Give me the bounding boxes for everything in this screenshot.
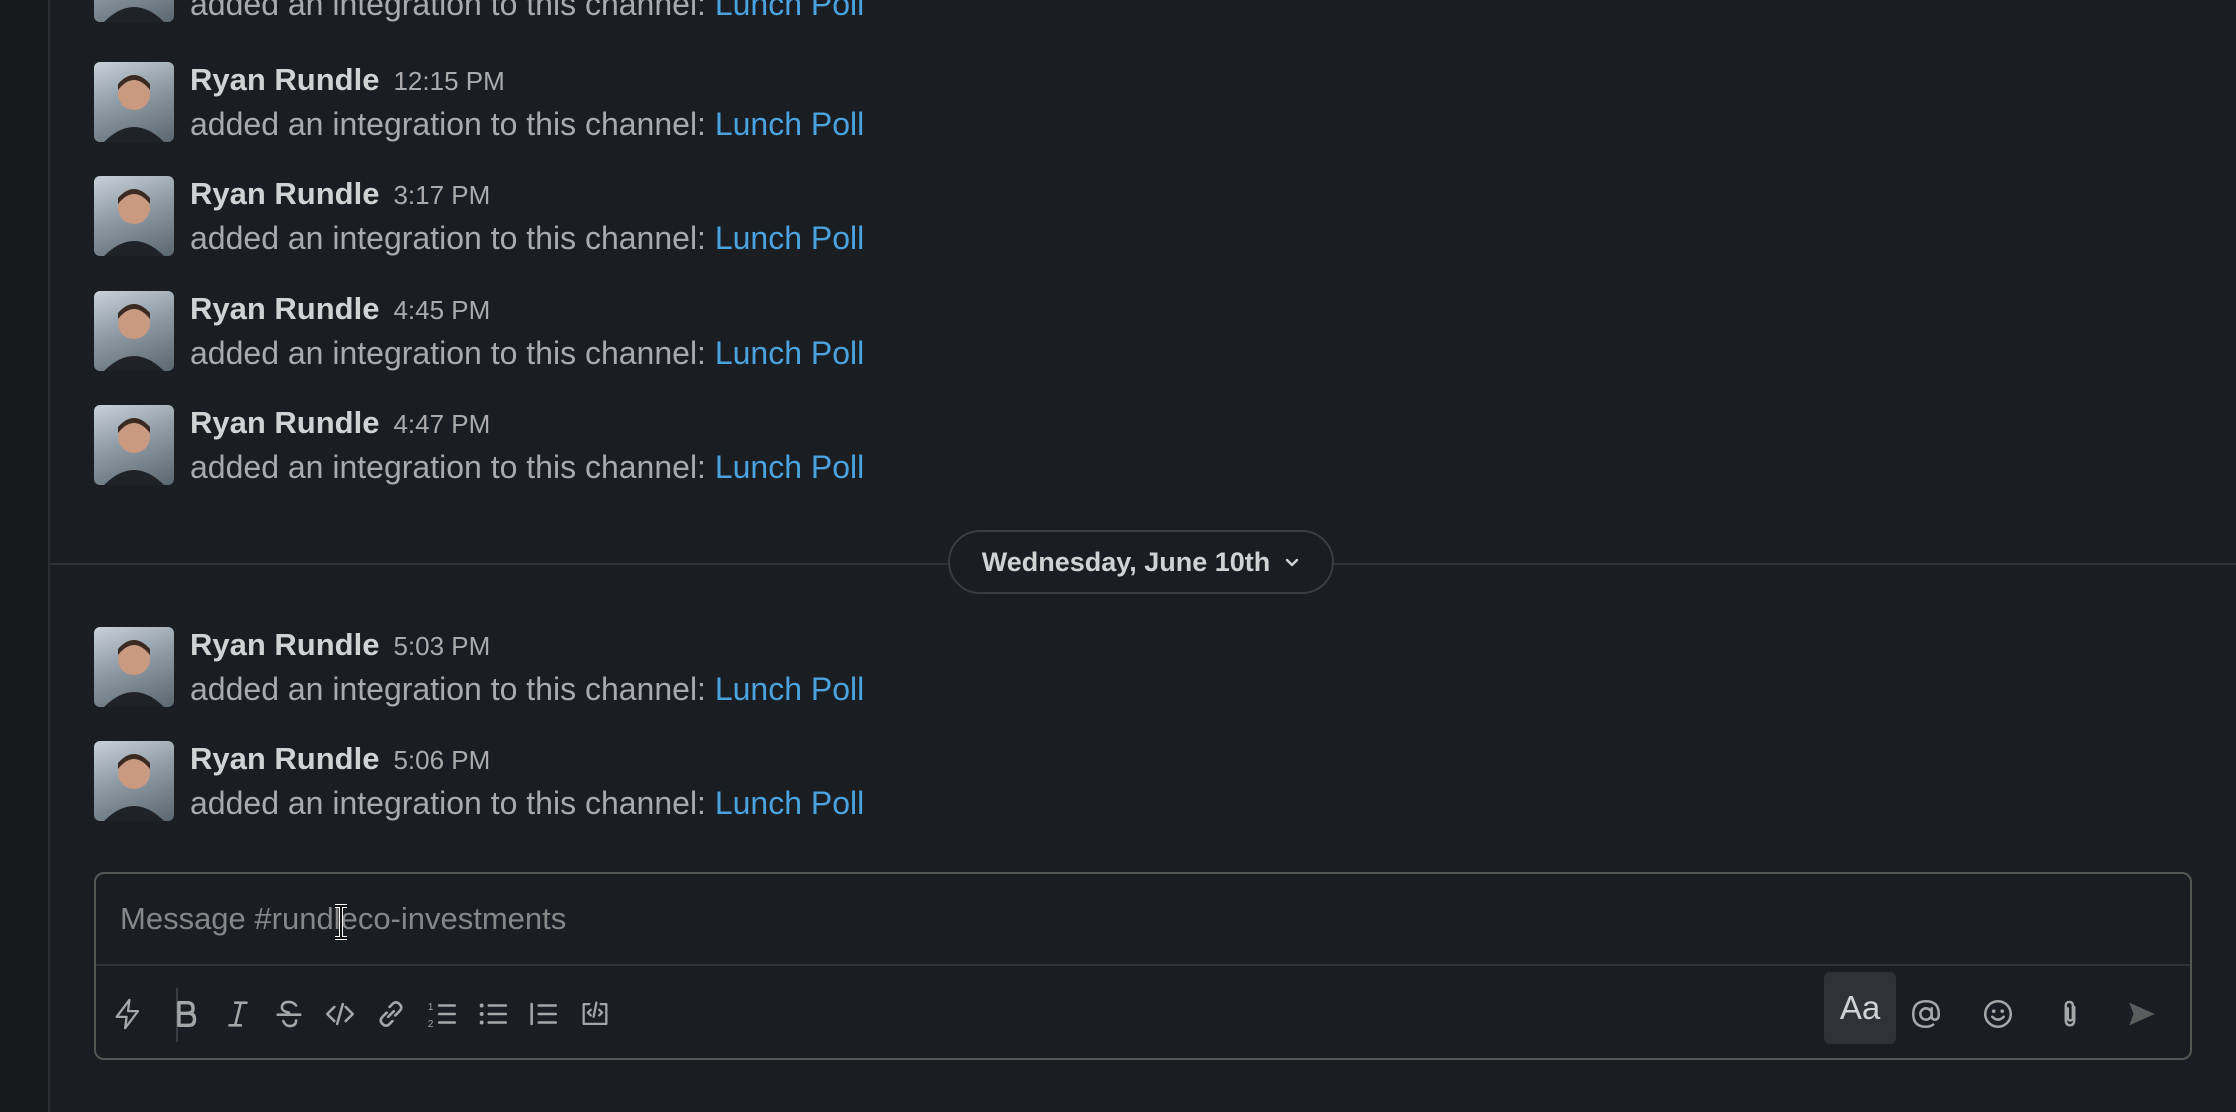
message-body: added an integration to this channel: Lu… xyxy=(190,220,864,257)
avatar[interactable] xyxy=(94,0,174,22)
svg-text:1: 1 xyxy=(428,1002,434,1013)
attach-icon[interactable] xyxy=(2042,986,2098,1042)
formatting-toolbar: 12 Aa xyxy=(96,968,2190,1060)
message-author[interactable]: Ryan Rundle xyxy=(190,62,379,97)
avatar[interactable] xyxy=(94,405,174,485)
bold-icon[interactable] xyxy=(158,986,214,1042)
text-cursor-icon xyxy=(335,904,347,940)
message-text: added an integration to this channel: xyxy=(190,0,706,22)
integration-link[interactable]: Lunch Poll xyxy=(715,449,864,485)
send-icon[interactable] xyxy=(2114,986,2170,1042)
message-time[interactable]: 4:47 PM xyxy=(393,409,490,439)
strikethrough-icon[interactable] xyxy=(261,986,317,1042)
message-author[interactable]: Ryan Rundle xyxy=(190,627,379,662)
message-text: added an integration to this channel: xyxy=(190,785,706,821)
message-time[interactable]: 4:45 PM xyxy=(393,295,490,325)
italic-icon[interactable] xyxy=(210,986,266,1042)
date-divider-label: Wednesday, June 10th xyxy=(981,546,1271,577)
avatar[interactable] xyxy=(94,176,174,256)
integration-link[interactable]: Lunch Poll xyxy=(715,220,864,256)
avatar[interactable] xyxy=(94,741,174,821)
bulleted-list-icon[interactable] xyxy=(465,986,521,1042)
chevron-down-icon xyxy=(1286,558,1299,567)
code-block-icon[interactable] xyxy=(567,986,623,1042)
avatar[interactable] xyxy=(94,291,174,371)
avatar[interactable] xyxy=(94,62,174,142)
formatting-toggle-button[interactable]: Aa xyxy=(1824,972,1896,1044)
message-input[interactable] xyxy=(118,894,1522,944)
link-icon[interactable] xyxy=(363,986,419,1042)
avatar[interactable] xyxy=(94,627,174,707)
message-list: added an integration to this channel: Lu… xyxy=(48,0,2236,860)
message-author[interactable]: Ryan Rundle xyxy=(190,291,379,326)
code-icon[interactable] xyxy=(312,986,368,1042)
integration-link[interactable]: Lunch Poll xyxy=(715,785,864,821)
message-time[interactable]: 5:03 PM xyxy=(393,631,490,661)
message-author[interactable]: Ryan Rundle xyxy=(190,176,379,211)
message-text: added an integration to this channel: xyxy=(190,335,706,371)
message-text: added an integration to this channel: xyxy=(190,106,706,142)
message-author[interactable]: Ryan Rundle xyxy=(190,405,379,440)
message-author[interactable]: Ryan Rundle xyxy=(190,741,379,776)
svg-text:2: 2 xyxy=(428,1019,434,1030)
message-composer: 12 Aa xyxy=(94,872,2192,1060)
message-text: added an integration to this channel: xyxy=(190,671,706,707)
message-text: added an integration to this channel: xyxy=(190,220,706,256)
message-body: added an integration to this channel: Lu… xyxy=(190,785,864,822)
composer-footer xyxy=(48,1060,2236,1112)
integration-link[interactable]: Lunch Poll xyxy=(715,106,864,142)
message-time[interactable]: 5:06 PM xyxy=(393,745,490,775)
message-time[interactable]: 12:15 PM xyxy=(393,66,504,96)
formatting-toggle-label: Aa xyxy=(1839,989,1881,1026)
shortcuts-icon[interactable] xyxy=(100,986,156,1042)
ordered-list-icon[interactable]: 12 xyxy=(414,986,470,1042)
mention-icon[interactable] xyxy=(1898,986,1954,1042)
blockquote-icon[interactable] xyxy=(515,986,571,1042)
left-rail xyxy=(0,0,50,1112)
date-divider-button[interactable]: Wednesday, June 10th xyxy=(948,530,1334,594)
message-body: added an integration to this channel: Lu… xyxy=(190,671,864,708)
message-body: added an integration to this channel: Lu… xyxy=(190,0,864,23)
integration-link[interactable]: Lunch Poll xyxy=(715,335,864,371)
message-body: added an integration to this channel: Lu… xyxy=(190,335,864,372)
integration-link[interactable]: Lunch Poll xyxy=(715,671,864,707)
message-body: added an integration to this channel: Lu… xyxy=(190,449,864,486)
emoji-icon[interactable] xyxy=(1970,986,2026,1042)
integration-link[interactable]: Lunch Poll xyxy=(715,0,864,22)
message-time[interactable]: 3:17 PM xyxy=(393,180,490,210)
message-body: added an integration to this channel: Lu… xyxy=(190,106,864,143)
composer-input-area xyxy=(96,874,2190,966)
message-text: added an integration to this channel: xyxy=(190,449,706,485)
